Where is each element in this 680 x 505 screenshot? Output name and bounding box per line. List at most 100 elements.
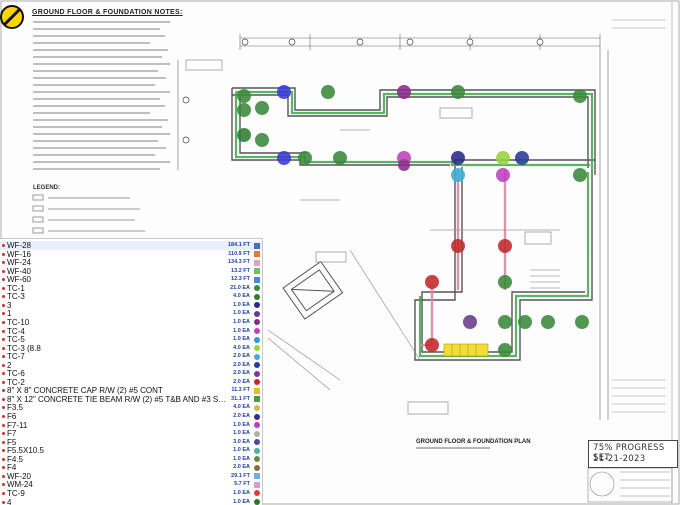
takeoff-row[interactable]: 3 1.0 EA (0, 301, 262, 310)
row-bullet-icon (2, 380, 5, 384)
count-marker-icon[interactable] (254, 319, 260, 326)
row-bullet-icon (2, 338, 5, 342)
count-marker-icon[interactable] (254, 456, 260, 463)
takeoff-row[interactable]: TC-3 4.0 EA (0, 292, 262, 301)
takeoff-row[interactable]: TC-10 1.0 EA (0, 318, 262, 327)
takeoff-item-name: 4 (7, 497, 12, 505)
length-marker-icon[interactable] (254, 473, 260, 480)
progress-set-box: 75% PROGRESS SET 11-21-2023 (588, 440, 678, 468)
count-marker-icon[interactable] (254, 439, 260, 446)
takeoff-row[interactable]: TC-2 2.0 EA (0, 378, 262, 387)
takeoff-row[interactable]: WF-40 13.2 FT (0, 267, 262, 276)
count-marker-icon[interactable] (254, 490, 260, 497)
length-marker-icon[interactable] (254, 242, 260, 249)
row-bullet-icon (2, 500, 5, 504)
row-bullet-icon (2, 449, 5, 453)
progress-set-date: 11-21-2023 (593, 454, 646, 464)
count-marker-icon[interactable] (254, 328, 260, 334)
count-marker-icon[interactable] (254, 370, 260, 377)
row-bullet-icon (2, 261, 5, 265)
takeoff-row[interactable]: WF-28 184.1 FT (0, 241, 262, 250)
count-marker-icon[interactable] (254, 447, 260, 454)
count-marker-icon[interactable] (254, 345, 260, 352)
count-marker-icon[interactable] (254, 285, 260, 292)
takeoff-row[interactable]: TC-6 2.0 EA (0, 369, 262, 378)
takeoff-row[interactable]: F4.5 1.0 EA (0, 455, 262, 464)
count-marker-icon[interactable] (254, 413, 260, 420)
row-bullet-icon (2, 432, 5, 436)
row-bullet-icon (2, 483, 5, 487)
length-marker-icon[interactable] (254, 251, 260, 258)
takeoff-quantity-panel[interactable]: WF-28 184.1 FT WF-16 110.9 FT WF-24 134.3 FT W… (0, 238, 263, 505)
takeoff-row[interactable]: TC-9 1.0 EA (0, 489, 262, 498)
takeoff-row[interactable]: TC-7 2.0 EA (0, 352, 262, 361)
row-bullet-icon (2, 363, 5, 367)
takeoff-row[interactable]: F3.5 4.0 EA (0, 403, 262, 412)
row-bullet-icon (2, 389, 5, 393)
takeoff-row[interactable]: WM-24 5.7 FT (0, 480, 262, 489)
row-bullet-icon (2, 397, 5, 401)
count-marker-icon[interactable] (254, 464, 260, 471)
count-marker-icon[interactable] (254, 404, 260, 411)
takeoff-row[interactable]: 8" X 8" CONCRETE CAP R/W (2) #5 CONT 11.3… (0, 386, 262, 395)
notes-title: GROUND FLOOR & FOUNDATION NOTES: (32, 9, 183, 16)
takeoff-row[interactable]: 4 1.0 EA (0, 498, 262, 505)
length-marker-icon[interactable] (254, 387, 260, 394)
takeoff-row[interactable]: TC-1 21.0 EA (0, 284, 262, 293)
count-marker-icon[interactable] (254, 422, 260, 429)
row-bullet-icon (2, 474, 5, 478)
count-marker-icon[interactable] (254, 336, 260, 343)
takeoff-row[interactable]: TC-4 1.0 EA (0, 327, 262, 336)
row-bullet-icon (2, 278, 5, 282)
row-bullet-icon (2, 372, 5, 376)
length-marker-icon[interactable] (254, 276, 260, 283)
plan-viewer-canvas[interactable]: LEGEND: GROUND FLOOR & FOUNDATION NOTES:… (0, 0, 680, 505)
row-bullet-icon (2, 346, 5, 350)
count-marker-icon[interactable] (254, 499, 260, 505)
takeoff-row[interactable]: F4 2.0 EA (0, 463, 262, 472)
takeoff-row[interactable]: F5 3.0 EA (0, 438, 262, 447)
takeoff-row[interactable]: 2 2.0 EA (0, 361, 262, 370)
row-bullet-icon (2, 295, 5, 299)
takeoff-row[interactable]: WF-20 29.1 FT (0, 472, 262, 481)
length-marker-icon[interactable] (254, 268, 260, 275)
takeoff-row[interactable]: 8" X 12" CONCRETE TIE BEAM R/W (2) #5 T&… (0, 395, 262, 404)
plan-title: GROUND FLOOR & FOUNDATION PLAN (416, 439, 531, 445)
row-bullet-icon (2, 466, 5, 470)
row-bullet-icon (2, 320, 5, 324)
count-marker-icon[interactable] (254, 430, 260, 437)
length-marker-icon[interactable] (254, 396, 260, 403)
legend-title: LEGEND: (33, 185, 60, 191)
count-marker-icon[interactable] (254, 293, 260, 300)
takeoff-row[interactable]: 1 1.0 EA (0, 309, 262, 318)
row-bullet-icon (2, 415, 5, 418)
takeoff-row[interactable]: WF-16 110.9 FT (0, 250, 262, 259)
length-marker-icon[interactable] (254, 481, 260, 488)
takeoff-row[interactable]: TC-3 (8.8 4.0 EA (0, 344, 262, 353)
stamp-icon (0, 5, 24, 29)
takeoff-row[interactable]: F7-11 1.0 EA (0, 421, 262, 430)
row-bullet-icon (2, 440, 5, 444)
row-bullet-icon (2, 303, 5, 307)
takeoff-row[interactable]: WF-60 12.3 FT (0, 275, 262, 284)
row-bullet-icon (2, 457, 5, 461)
length-marker-icon[interactable] (254, 259, 260, 266)
takeoff-row[interactable]: TC-5 1.0 EA (0, 335, 262, 344)
row-bullet-icon (2, 269, 5, 273)
row-bullet-icon (2, 406, 5, 410)
count-marker-icon[interactable] (254, 379, 260, 386)
count-marker-icon[interactable] (254, 302, 260, 309)
count-marker-icon[interactable] (254, 353, 260, 360)
takeoff-row[interactable]: F5.5X10.5 1.0 EA (0, 446, 262, 455)
takeoff-row[interactable]: F7 1.0 EA (0, 429, 262, 438)
count-marker-icon[interactable] (254, 310, 260, 317)
row-bullet-icon (2, 423, 5, 427)
row-bullet-icon (2, 244, 5, 247)
row-bullet-icon (2, 491, 5, 495)
takeoff-row[interactable]: F6 2.0 EA (0, 412, 262, 421)
count-marker-icon[interactable] (254, 362, 260, 369)
takeoff-row[interactable]: WF-24 134.3 FT (0, 258, 262, 267)
row-bullet-icon (2, 286, 5, 290)
row-bullet-icon (2, 355, 5, 359)
takeoff-item-quantity: 1.0 EA (233, 498, 250, 505)
